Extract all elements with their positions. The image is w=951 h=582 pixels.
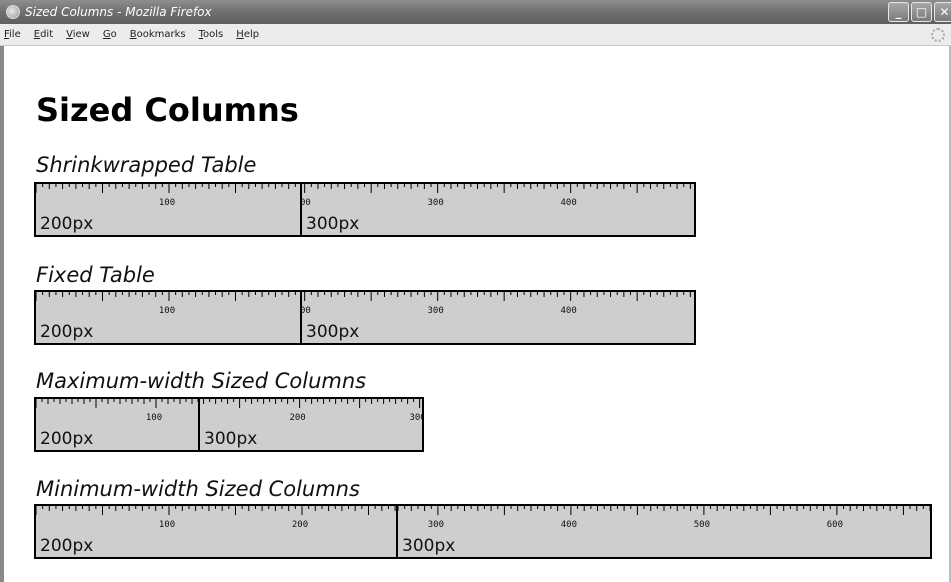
table-cell: 200 300 400 300px bbox=[302, 292, 694, 343]
ruler-graphic: 100 bbox=[36, 184, 296, 208]
page-content: Sized Columns Shrinkwrapped Table 100 20… bbox=[4, 46, 949, 582]
svg-text:100: 100 bbox=[159, 520, 175, 530]
table-cell: 100 200px bbox=[36, 399, 200, 450]
cell-width-label: 200px bbox=[40, 429, 94, 449]
window-controls: _ □ ✕ bbox=[888, 2, 951, 22]
svg-text:200: 200 bbox=[302, 306, 311, 316]
table-cell: 300 400 500 600 300px bbox=[398, 506, 930, 557]
svg-text:300: 300 bbox=[409, 413, 422, 423]
menu-edit[interactable]: Edit bbox=[34, 29, 53, 40]
svg-text:300: 300 bbox=[428, 306, 444, 316]
maximum-width-table: 100 200px 200 300 300px bbox=[34, 397, 424, 452]
table-cell: 200 300 300px bbox=[200, 399, 422, 450]
table-cell: 100 200 200px bbox=[36, 506, 398, 557]
svg-text:300: 300 bbox=[428, 198, 444, 208]
maximize-icon: □ bbox=[915, 5, 928, 19]
svg-text:100: 100 bbox=[159, 306, 175, 316]
svg-text:100: 100 bbox=[146, 413, 162, 423]
ruler-graphic: 100 bbox=[36, 292, 296, 316]
cell-width-label: 300px bbox=[306, 322, 360, 342]
cell-width-label: 300px bbox=[402, 536, 456, 556]
svg-text:100: 100 bbox=[159, 198, 175, 208]
cell-width-label: 300px bbox=[306, 214, 360, 234]
menu-bar: File Edit View Go Bookmarks Tools Help bbox=[0, 24, 951, 46]
firefox-icon bbox=[6, 5, 20, 19]
section-heading-shrinkwrapped: Shrinkwrapped Table bbox=[36, 153, 257, 177]
table-cell: 100 200px bbox=[36, 184, 302, 235]
table-cell: 200 300 400 300px bbox=[302, 184, 694, 235]
browser-window: Sized Columns - Mozilla Firefox _ □ ✕ Fi… bbox=[0, 0, 951, 582]
svg-text:200: 200 bbox=[292, 520, 308, 530]
menu-go[interactable]: Go bbox=[103, 29, 117, 40]
cell-width-label: 200px bbox=[40, 322, 94, 342]
menu-tools[interactable]: Tools bbox=[199, 29, 224, 40]
cell-width-label: 300px bbox=[204, 429, 258, 449]
section-heading-maximum-width: Maximum-width Sized Columns bbox=[36, 369, 367, 393]
ruler-graphic: 200 300 400 bbox=[302, 184, 691, 208]
cell-width-label: 200px bbox=[40, 536, 94, 556]
ruler-graphic: 200 300 bbox=[203, 399, 422, 423]
svg-text:400: 400 bbox=[561, 520, 577, 530]
maximize-button[interactable]: □ bbox=[911, 2, 932, 22]
ruler-graphic: 300 400 500 600 bbox=[398, 506, 930, 530]
table-cell: 100 200px bbox=[36, 292, 302, 343]
shrinkwrapped-table: 100 200px 200 300 400 300px bbox=[34, 182, 696, 237]
ruler-graphic: 100 200 bbox=[36, 506, 396, 530]
svg-text:500: 500 bbox=[694, 520, 710, 530]
cell-width-label: 200px bbox=[40, 214, 94, 234]
section-heading-fixed: Fixed Table bbox=[36, 263, 155, 287]
svg-text:600: 600 bbox=[827, 520, 843, 530]
ruler-graphic: 100 bbox=[36, 399, 198, 423]
menu-view[interactable]: View bbox=[66, 29, 90, 40]
close-icon: ✕ bbox=[939, 5, 950, 19]
ruler-graphic: 200 300 400 bbox=[302, 292, 691, 316]
minimize-button[interactable]: _ bbox=[888, 2, 909, 22]
menu-bookmarks[interactable]: Bookmarks bbox=[130, 29, 186, 40]
menu-help[interactable]: Help bbox=[236, 29, 259, 40]
window-title: Sized Columns - Mozilla Firefox bbox=[25, 5, 212, 19]
page-title: Sized Columns bbox=[36, 91, 299, 129]
minimize-icon: _ bbox=[895, 5, 902, 19]
svg-text:300: 300 bbox=[428, 520, 444, 530]
svg-text:400: 400 bbox=[561, 198, 577, 208]
minimum-width-table: 100 200 200px 300 400 500 600 300px bbox=[34, 504, 932, 559]
svg-text:200: 200 bbox=[289, 413, 305, 423]
svg-text:200: 200 bbox=[302, 198, 311, 208]
fixed-table: 100 200px 200 300 400 300px bbox=[34, 290, 696, 345]
title-bar: Sized Columns - Mozilla Firefox _ □ ✕ bbox=[0, 0, 951, 24]
throbber-icon bbox=[931, 28, 945, 42]
close-button[interactable]: ✕ bbox=[934, 2, 951, 22]
menu-file[interactable]: File bbox=[4, 29, 21, 40]
svg-text:400: 400 bbox=[561, 306, 577, 316]
section-heading-minimum-width: Minimum-width Sized Columns bbox=[36, 477, 360, 501]
